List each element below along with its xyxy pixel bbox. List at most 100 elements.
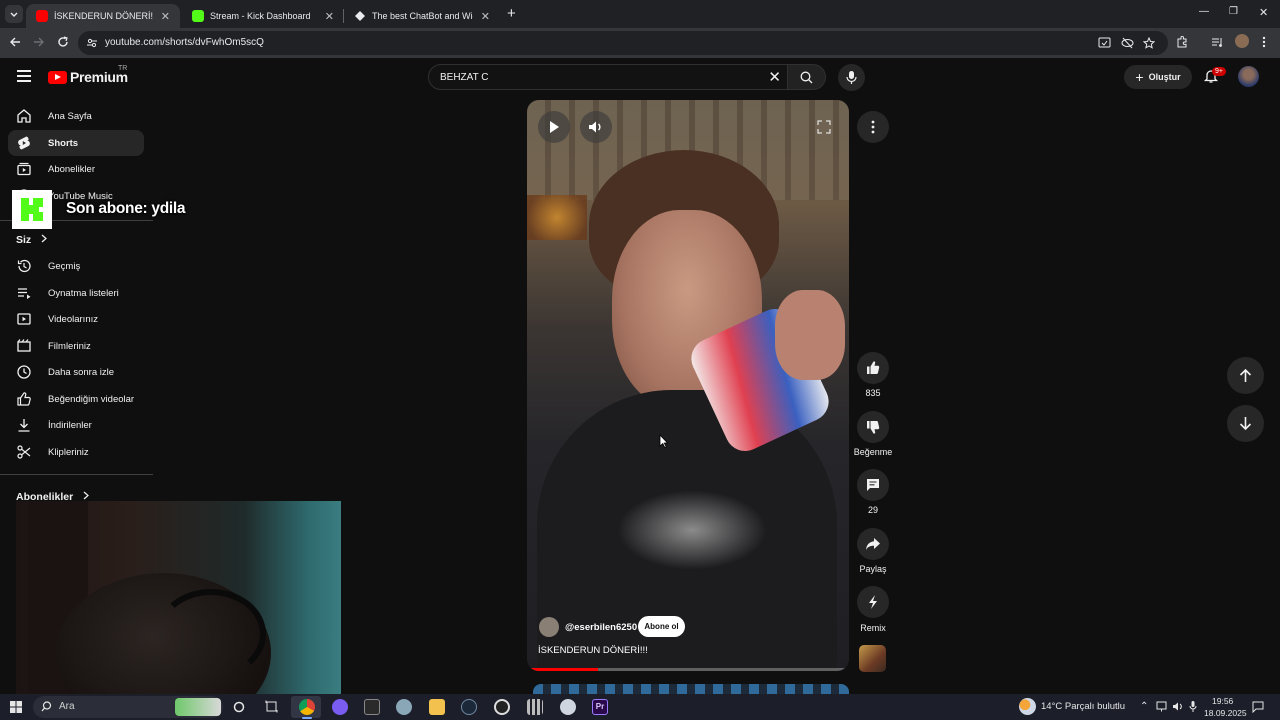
- new-tab-button[interactable]: +: [507, 5, 516, 22]
- subscribe-button[interactable]: Abone ol: [638, 616, 685, 637]
- file-explorer-icon[interactable]: [429, 699, 445, 715]
- tray-chevron-up-icon[interactable]: ⌃: [1140, 701, 1148, 712]
- play-button[interactable]: [538, 111, 570, 143]
- reload-icon[interactable]: [57, 36, 69, 48]
- youtube-premium-logo[interactable]: Premium TR: [48, 65, 128, 85]
- close-icon[interactable]: ✕: [481, 10, 490, 23]
- address-bar[interactable]: youtube.com/shorts/dvFwhOm5scQ: [78, 31, 1168, 55]
- hamburger-menu-icon[interactable]: [17, 70, 31, 85]
- bookmark-star-icon[interactable]: [1143, 37, 1155, 49]
- clear-search-icon[interactable]: ✕: [768, 68, 781, 86]
- eye-off-icon[interactable]: [1121, 37, 1134, 49]
- cortana-icon[interactable]: [233, 701, 245, 713]
- thumbs-up-icon: [17, 392, 31, 406]
- minimize-button[interactable]: —: [1199, 6, 1209, 17]
- short-video-player[interactable]: @eserbilen6250 Abone ol İSKENDERUN DÖNER…: [527, 100, 849, 671]
- tab-kick-dashboard[interactable]: Stream - Kick Dashboard ✕: [182, 4, 344, 28]
- media-control-icon[interactable]: [1211, 36, 1224, 48]
- sidebar-item-shorts[interactable]: Shorts: [8, 130, 144, 156]
- remix-button[interactable]: [857, 586, 889, 618]
- back-arrow-icon[interactable]: [9, 36, 21, 48]
- sidebar-item-home[interactable]: Ana Sayfa: [8, 103, 144, 129]
- notification-center-icon[interactable]: [1252, 701, 1264, 713]
- tab-chatbot-widgets[interactable]: The best ChatBot and Widgets ✕: [344, 4, 500, 28]
- sidebar-item-downloads[interactable]: İndirilenler: [8, 412, 144, 438]
- forward-arrow-icon[interactable]: [33, 36, 45, 48]
- mute-button[interactable]: [580, 111, 612, 143]
- video-shirt-logo: [617, 490, 767, 570]
- extensions-icon[interactable]: [1176, 36, 1188, 48]
- channel-avatar[interactable]: [539, 617, 559, 637]
- active-app-indicator: [302, 717, 312, 719]
- account-avatar[interactable]: [1238, 66, 1259, 87]
- video-progress-bar[interactable]: [527, 668, 849, 671]
- weather-text[interactable]: 14°C Parçalı bulutlu: [1041, 701, 1125, 712]
- sidebar-item-label: Daha sonra izle: [48, 367, 115, 378]
- sidebar-item-your-videos[interactable]: Videolarınız: [8, 306, 144, 332]
- chrome-icon[interactable]: [299, 699, 315, 715]
- network-icon[interactable]: [1156, 701, 1167, 712]
- microphone-icon[interactable]: [1189, 700, 1197, 713]
- sidebar-item-label: Klipleriniz: [48, 447, 89, 458]
- sound-thumbnail[interactable]: [859, 645, 886, 672]
- tab-search-dropdown[interactable]: [5, 5, 23, 23]
- sidebar-item-movies[interactable]: Filmleriniz: [8, 333, 144, 359]
- dislike-button[interactable]: [857, 411, 889, 443]
- thumbs-up-icon: [867, 361, 880, 375]
- speaker-icon[interactable]: [1172, 701, 1184, 712]
- sidebar-item-liked-videos[interactable]: Beğendiğim videolar: [8, 386, 144, 412]
- task-view-icon[interactable]: [265, 700, 278, 713]
- cast-icon[interactable]: [1098, 37, 1111, 49]
- app-icon-purple[interactable]: [332, 699, 348, 715]
- restore-button[interactable]: ❐: [1229, 6, 1238, 17]
- epic-games-icon[interactable]: [364, 699, 380, 715]
- tab-label: Stream - Kick Dashboard: [210, 11, 311, 21]
- sidebar-item-playlists[interactable]: Oynatma listeleri: [8, 280, 144, 306]
- windows-start-icon[interactable]: [10, 701, 22, 713]
- window-close-button[interactable]: ✕: [1259, 6, 1268, 19]
- arrow-up-icon: [1239, 368, 1252, 382]
- sidebar-item-subscriptions[interactable]: Abonelikler: [8, 156, 144, 182]
- channel-name-link[interactable]: @eserbilen6250: [565, 622, 637, 633]
- search-input[interactable]: BEHZAT C ✕: [428, 64, 788, 90]
- short-title: İSKENDERUN DÖNERİ!!!: [538, 645, 648, 656]
- tab-youtube[interactable]: İSKENDERUN DÖNERİ!!! - YouTube ✕: [26, 4, 180, 28]
- premiere-pro-icon[interactable]: Pr: [592, 699, 608, 715]
- youtube-favicon-icon: [36, 10, 48, 22]
- close-icon[interactable]: ✕: [325, 10, 334, 23]
- next-short-preview[interactable]: [533, 684, 849, 694]
- sidebar-item-label: Shorts: [48, 138, 79, 149]
- close-icon[interactable]: ✕: [161, 10, 170, 23]
- taskbar-search-input[interactable]: Ara: [33, 696, 223, 718]
- comments-button[interactable]: [857, 469, 889, 501]
- app-icon-cloud[interactable]: [560, 699, 576, 715]
- obs-icon[interactable]: [494, 699, 510, 715]
- kebab-menu-icon[interactable]: [1262, 36, 1266, 48]
- clock-date[interactable]: 18.09.2025: [1204, 708, 1247, 718]
- like-button[interactable]: [857, 352, 889, 384]
- url-text: youtube.com/shorts/dvFwhOm5scQ: [105, 37, 264, 48]
- voice-search-button[interactable]: [838, 64, 865, 91]
- sidebar-item-history[interactable]: Geçmiş: [8, 253, 144, 279]
- next-short-button[interactable]: [1227, 405, 1264, 442]
- site-info-icon[interactable]: [86, 37, 98, 49]
- share-button[interactable]: [857, 528, 889, 560]
- sidebar-item-clips[interactable]: Klipleriniz: [8, 439, 144, 465]
- search-button[interactable]: [788, 64, 826, 90]
- you-section-header[interactable]: Siz: [16, 234, 48, 246]
- app-grid-icon[interactable]: [527, 699, 543, 715]
- sidebar-item-label: İndirilenler: [48, 420, 92, 431]
- clock-time[interactable]: 19:56: [1212, 696, 1233, 706]
- app-icon-bird[interactable]: [396, 699, 412, 715]
- sidebar-item-label: Videolarınız: [48, 314, 98, 325]
- sidebar-item-label: Ana Sayfa: [48, 111, 92, 122]
- sidebar-item-watch-later[interactable]: Daha sonra izle: [8, 359, 144, 385]
- fullscreen-button[interactable]: [808, 111, 840, 143]
- profile-avatar[interactable]: [1235, 34, 1249, 48]
- more-options-button[interactable]: [857, 111, 889, 143]
- share-icon: [866, 538, 880, 550]
- previous-short-button[interactable]: [1227, 357, 1264, 394]
- create-button[interactable]: + Oluştur: [1124, 65, 1192, 89]
- steam-icon[interactable]: [461, 699, 477, 715]
- kick-favicon-icon: [192, 10, 204, 22]
